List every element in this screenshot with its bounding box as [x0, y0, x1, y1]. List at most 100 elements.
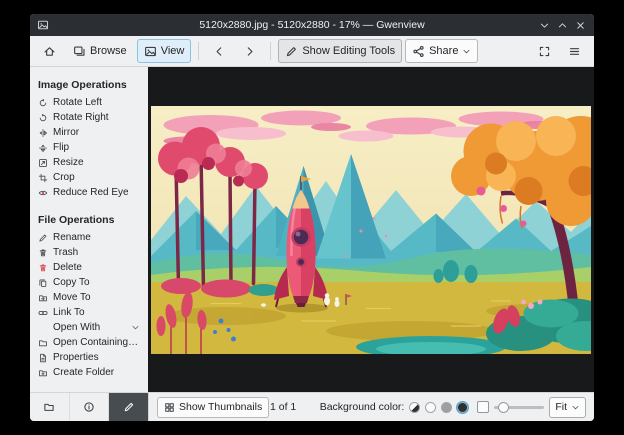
- sidebar-item-mirror[interactable]: Mirror: [30, 125, 148, 140]
- sidebar-item-move-to[interactable]: Move To: [30, 290, 148, 305]
- share-button[interactable]: Share: [405, 39, 479, 63]
- sidebar-item-open-containing-folder[interactable]: Open Containing Folder: [30, 335, 148, 350]
- new-folder-icon: [38, 368, 48, 378]
- thumbnails-icon: [164, 402, 175, 413]
- mirror-icon: [38, 128, 48, 138]
- red-eye-icon: [38, 188, 48, 198]
- toolbar-separator: [270, 42, 272, 60]
- viewer-image[interactable]: [151, 105, 591, 354]
- zoom-lock-checkbox[interactable]: [477, 401, 490, 413]
- browse-label: Browse: [90, 45, 127, 57]
- maximize-button[interactable]: [557, 20, 568, 31]
- view-mode-button[interactable]: View: [136, 39, 192, 63]
- sidebar-item-flip[interactable]: Flip: [30, 140, 148, 155]
- show-thumbnails-label: Show Thumbnails: [179, 401, 263, 413]
- chevron-down-icon: [462, 47, 471, 56]
- titlebar[interactable]: 5120x2880.jpg - 5120x2880 - 17% — Gwenvi…: [30, 14, 594, 36]
- window-title: 5120x2880.jpg - 5120x2880 - 17% — Gwenvi…: [199, 19, 425, 31]
- operations-sidebar: Image Operations Rotate Left Rotate Righ…: [30, 67, 148, 392]
- browse-icon: [73, 45, 86, 58]
- show-thumbnails-button[interactable]: Show Thumbnails: [157, 396, 270, 418]
- editing-tools-label: Show Editing Tools: [302, 45, 396, 57]
- rotate-left-icon: [38, 98, 48, 108]
- rename-icon: [38, 233, 48, 243]
- image-viewer: [148, 67, 594, 392]
- share-label: Share: [429, 45, 459, 57]
- minimize-button[interactable]: [539, 20, 550, 31]
- image-counter: 1 of 1: [270, 401, 297, 413]
- toolbar-separator: [198, 42, 200, 60]
- edit-icon: [285, 45, 298, 58]
- properties-icon: [38, 353, 48, 363]
- tab-operations[interactable]: [109, 393, 149, 421]
- pencil-icon: [123, 401, 135, 413]
- sidebar-item-crop[interactable]: Crop: [30, 170, 148, 185]
- sidebar-item-rotate-left[interactable]: Rotate Left: [30, 95, 148, 110]
- share-icon: [412, 45, 425, 58]
- sidebar-item-reduce-red-eye[interactable]: Reduce Red Eye: [30, 185, 148, 200]
- trash-icon: [38, 248, 48, 258]
- chevron-down-icon: [571, 403, 580, 412]
- chevron-down-icon: [131, 323, 140, 332]
- crop-icon: [38, 173, 48, 183]
- sidebar-item-properties[interactable]: Properties: [30, 350, 148, 365]
- view-icon: [144, 45, 157, 58]
- bg-swatch-gray[interactable]: [441, 401, 453, 413]
- sidebar-item-link-to[interactable]: Link To: [30, 305, 148, 320]
- back-button[interactable]: [206, 39, 233, 63]
- flip-icon: [38, 143, 48, 153]
- app-icon: [37, 19, 49, 31]
- sidebar-item-rotate-right[interactable]: Rotate Right: [30, 110, 148, 125]
- sidebar-item-delete[interactable]: Delete: [30, 260, 148, 275]
- home-button[interactable]: [36, 39, 63, 63]
- rotate-right-icon: [38, 113, 48, 123]
- forward-icon: [243, 45, 256, 58]
- zoom-mode-combobox[interactable]: Fit: [549, 396, 586, 418]
- browse-mode-button[interactable]: Browse: [66, 39, 134, 63]
- bg-swatch-auto[interactable]: [409, 401, 421, 413]
- background-color-label: Background color:: [319, 401, 405, 413]
- sidebar-item-rename[interactable]: Rename: [30, 230, 148, 245]
- fit-view-button[interactable]: [531, 39, 558, 63]
- content-area: Image Operations Rotate Left Rotate Righ…: [30, 67, 594, 392]
- sidebar-item-trash[interactable]: Trash: [30, 245, 148, 260]
- tab-folders[interactable]: [30, 393, 70, 421]
- zoom-slider-handle[interactable]: [498, 401, 510, 413]
- main-toolbar: Browse View Show Editing Tools Share: [30, 36, 594, 67]
- open-folder-icon: [38, 338, 48, 348]
- resize-icon: [38, 158, 48, 168]
- delete-icon: [38, 263, 48, 273]
- folder-icon: [43, 401, 55, 413]
- menu-icon: [568, 45, 581, 58]
- photo-illustration: [151, 105, 591, 354]
- tab-information[interactable]: [70, 393, 110, 421]
- info-icon: [83, 401, 95, 413]
- image-operations-title: Image Operations: [38, 79, 127, 91]
- bg-swatch-light[interactable]: [425, 401, 437, 413]
- close-button[interactable]: [575, 20, 586, 31]
- hamburger-menu-button[interactable]: [561, 39, 588, 63]
- home-icon: [43, 45, 56, 58]
- zoom-mode-value: Fit: [555, 401, 567, 413]
- move-icon: [38, 293, 48, 303]
- sidebar-item-resize[interactable]: Resize: [30, 155, 148, 170]
- zoom-controls: Background color: Fit: [319, 396, 586, 418]
- file-operations-title: File Operations: [38, 214, 115, 226]
- window-controls: [539, 20, 594, 31]
- gwenview-window: 5120x2880.jpg - 5120x2880 - 17% — Gwenvi…: [30, 14, 594, 421]
- view-label: View: [160, 45, 185, 57]
- show-editing-tools-button[interactable]: Show Editing Tools: [278, 39, 403, 63]
- copy-icon: [38, 278, 48, 288]
- back-icon: [213, 45, 226, 58]
- link-icon: [38, 308, 48, 318]
- sidebar-item-copy-to[interactable]: Copy To: [30, 275, 148, 290]
- sidebar-tab-switcher: [30, 393, 149, 421]
- sidebar-item-create-folder[interactable]: Create Folder: [30, 365, 148, 380]
- zoom-slider[interactable]: [494, 400, 545, 414]
- bg-swatch-dark[interactable]: [457, 401, 469, 413]
- fit-view-icon: [538, 45, 551, 58]
- sidebar-item-open-with[interactable]: Open With: [30, 320, 148, 335]
- statusbar: Show Thumbnails Background color: Fit 1 …: [30, 392, 594, 421]
- forward-button[interactable]: [236, 39, 263, 63]
